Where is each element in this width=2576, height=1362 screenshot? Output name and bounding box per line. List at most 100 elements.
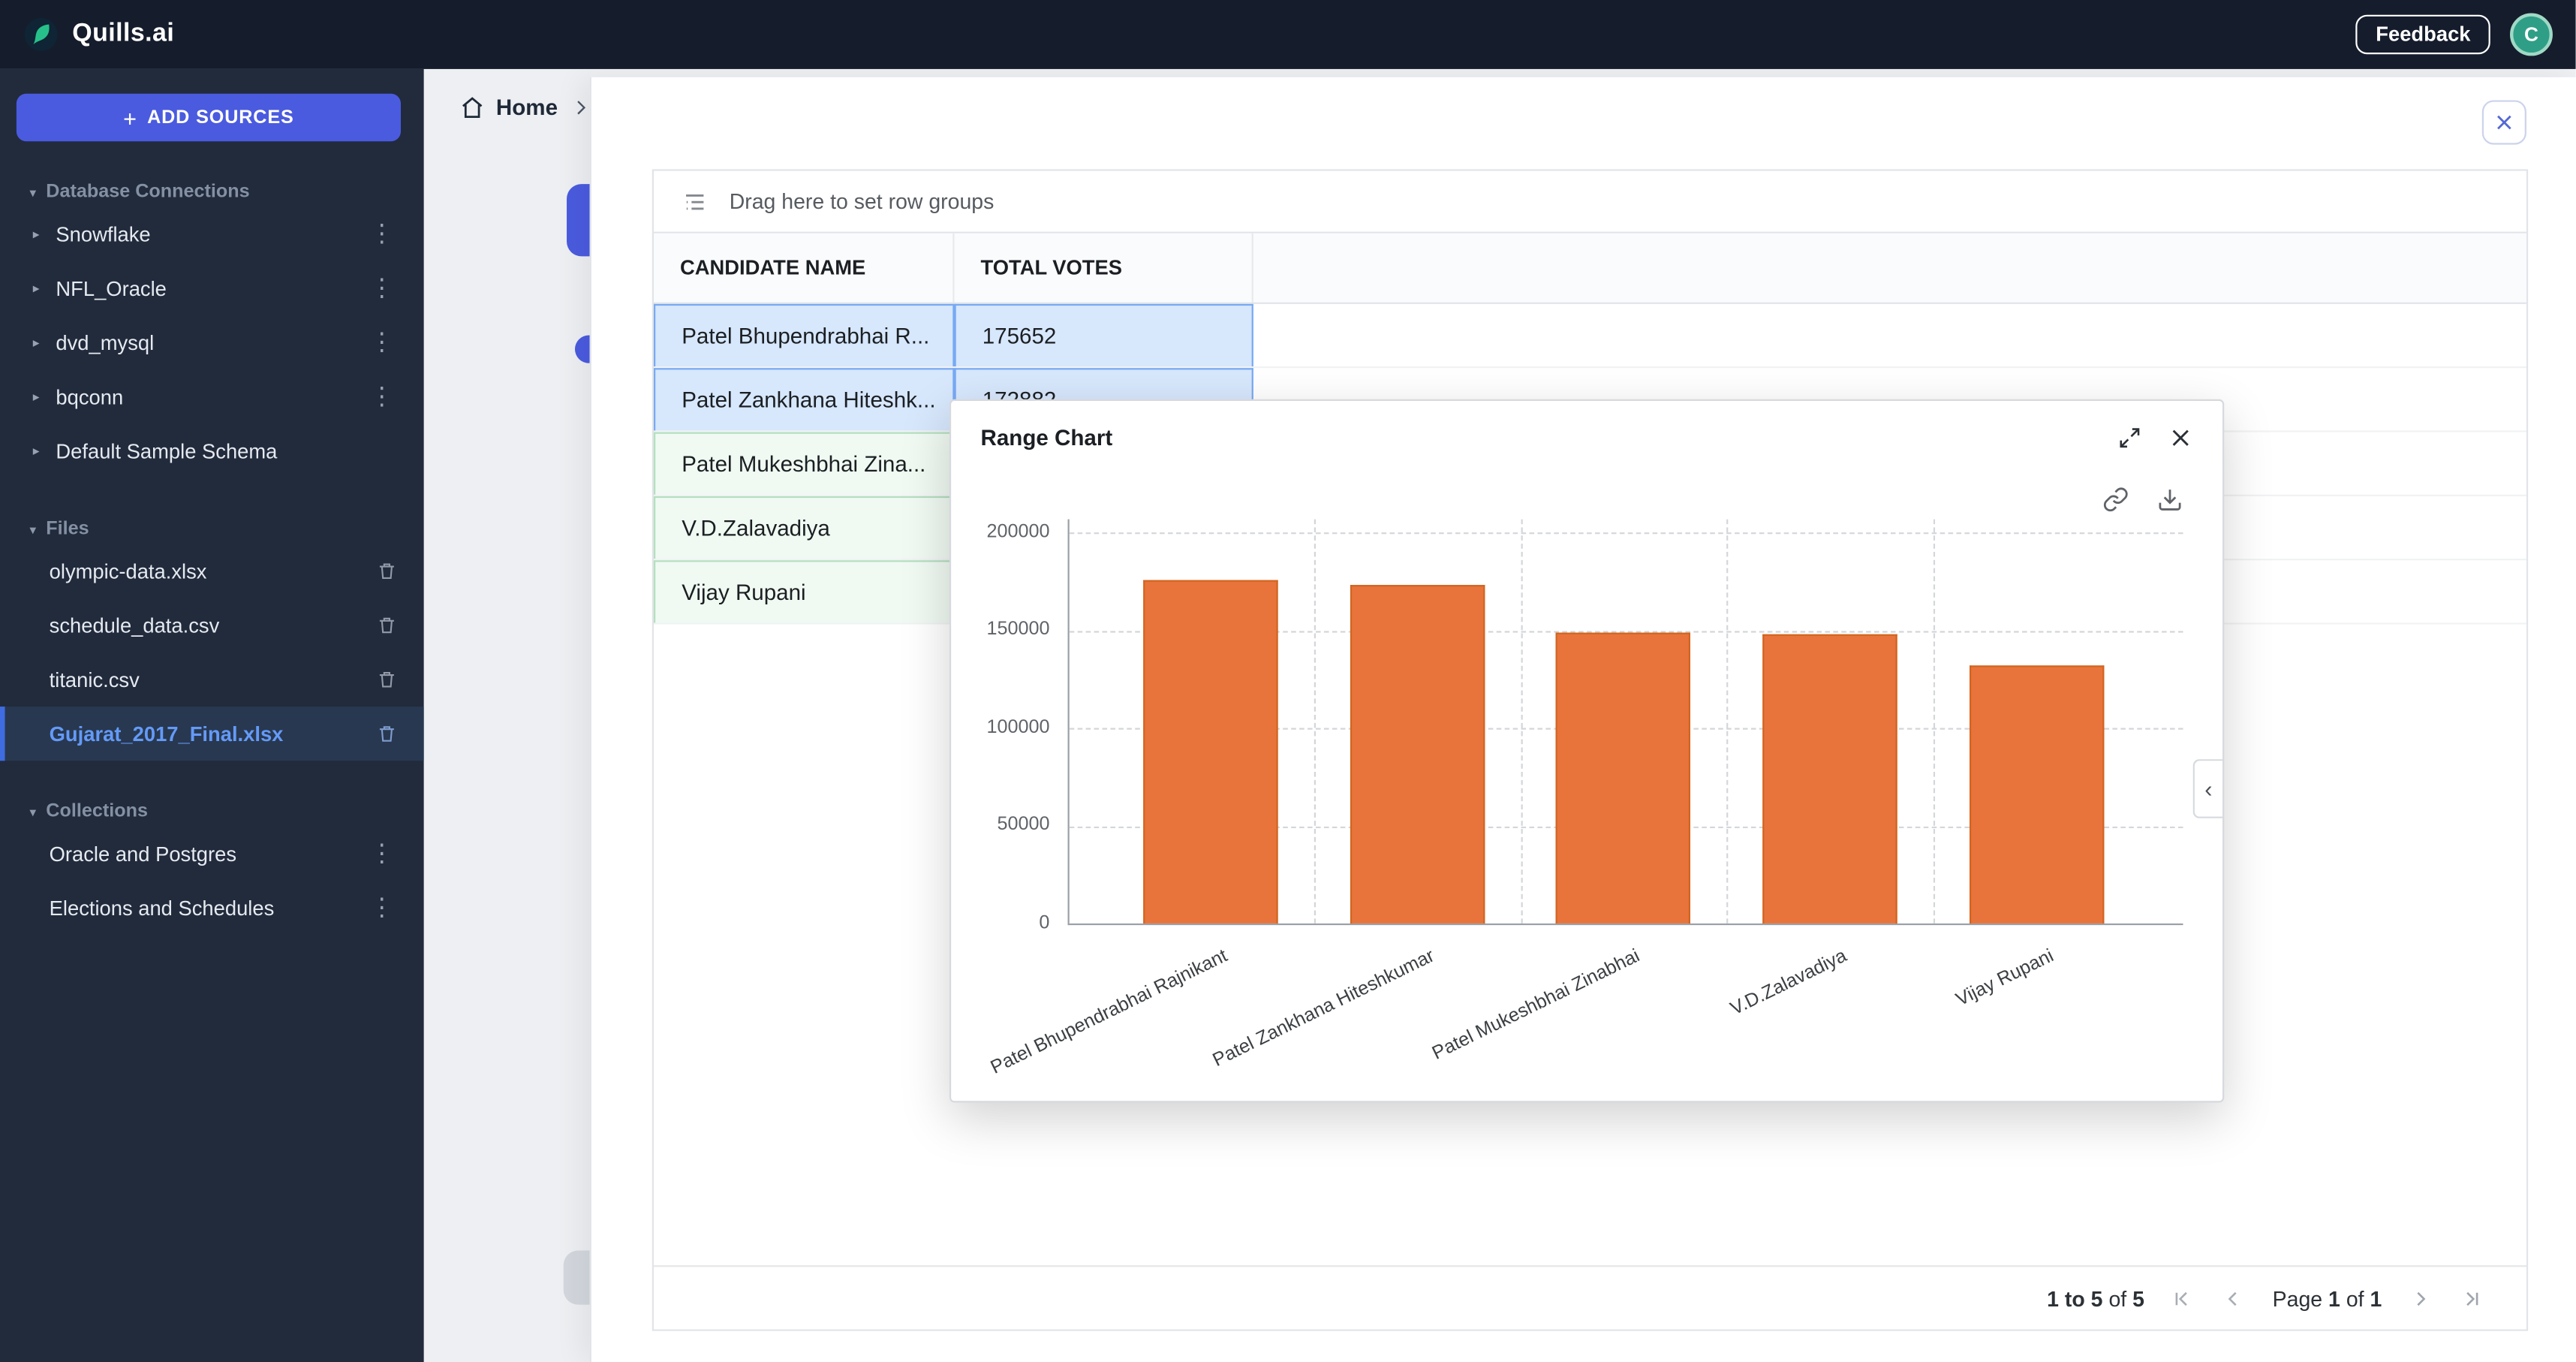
quills-logo-icon [23,17,59,53]
sidebar-item-olympic-data[interactable]: olympic-data.xlsx [0,544,424,598]
topbar: Quills.ai Feedback C [0,0,2576,69]
sidebar-item-titanic[interactable]: titanic.csv [0,652,424,707]
sidebar-item-gujarat-2017-final[interactable]: Gujarat_2017_Final.xlsx [0,707,424,761]
row-groups-dropzone[interactable]: Drag here to set row groups [654,171,2526,234]
chart-download-icon[interactable] [2157,487,2183,513]
chart-bar [1143,580,1277,924]
section-collections[interactable]: ▾ Collections [0,797,424,826]
chart-plot-area [1068,520,2183,926]
chevron-down-icon: ▾ [29,522,36,537]
chart-bar [1970,665,2104,924]
row-groups-hint: Drag here to set row groups [730,189,995,214]
chart-body: 200000 150000 100000 50000 0 [951,473,2222,1104]
chart-bar [1350,585,1485,924]
chart-bar [1762,634,1897,924]
breadcrumb-home-label[interactable]: Home [496,95,558,120]
feedback-button[interactable]: Feedback [2356,15,2490,55]
cell-candidate-name[interactable]: Patel Zankhana Hiteshk... [654,368,954,430]
results-panel: Drag here to set row groups CANDIDATE NA… [590,77,2576,1362]
y-tick-label: 200000 [951,520,1049,546]
table-row[interactable]: Patel Bhupendrabhai R... 175652 [654,304,2526,368]
gridline [1934,520,1935,924]
sidebar-item-bqconn[interactable]: ▸ bqconn ⋮ [0,369,424,423]
sidebar-item-schedule-data[interactable]: schedule_data.csv [0,598,424,652]
y-tick-label: 50000 [951,812,1049,838]
sidebar-item-elections-and-schedules[interactable]: Elections and Schedules ⋮ [0,881,424,935]
x-tick-label: Patel Bhupendrabhai Rajnikant [988,947,1231,1080]
plus-icon: + [123,104,137,131]
home-icon[interactable] [460,95,485,120]
row-groups-icon [682,188,708,215]
breadcrumb: Home [460,95,591,120]
main-area: Home Drag here to set row groups CANDID [424,69,2576,1362]
gridline [1726,520,1728,924]
cell-candidate-name[interactable]: Patel Mukeshbhai Zina... [654,432,954,495]
trash-icon[interactable] [373,669,401,690]
brand: Quills.ai [23,17,175,53]
sidebar-item-nfl-oracle[interactable]: ▸ NFL_Oracle ⋮ [0,261,424,315]
sidebar-item-dvd-mysql[interactable]: ▸ dvd_mysql ⋮ [0,315,424,369]
section-files[interactable]: ▾ Files [0,514,424,544]
kebab-menu-icon[interactable]: ⋮ [363,842,401,866]
brand-name: Quills.ai [72,20,174,49]
gridline [1314,520,1316,924]
cell-candidate-name[interactable]: Patel Bhupendrabhai R... [654,304,954,366]
kebab-menu-icon[interactable]: ⋮ [363,221,401,246]
close-panel-button[interactable] [2482,100,2526,144]
chevron-right-icon: ▸ [33,335,53,350]
y-tick-label: 150000 [951,616,1049,643]
section-database-connections[interactable]: ▾ Database Connections [0,177,424,206]
sidebar-item-oracle-and-postgres[interactable]: Oracle and Postgres ⋮ [0,827,424,881]
sidebar: + ADD SOURCES ▾ Database Connections ▸ S… [0,69,424,1362]
close-dialog-icon[interactable] [2168,425,2193,450]
expand-dialog-icon[interactable] [2117,425,2142,450]
cell-candidate-name[interactable]: Vijay Rupani [654,560,954,622]
range-chart-dialog: Range Chart [949,399,2224,1103]
last-page-button[interactable] [2459,1286,2484,1311]
first-page-button[interactable] [2171,1286,2195,1311]
sidebar-item-default-sample-schema[interactable]: ▸ Default Sample Schema [0,424,424,478]
x-tick-label: Patel Mukeshbhai Zinabhai [1430,947,1644,1066]
y-tick-label: 0 [951,910,1049,936]
pagination-summary: 1 to 5 of 5 [2047,1286,2144,1311]
chart-tool-panel-toggle[interactable]: ‹ [2193,759,2222,818]
add-sources-label: ADD SOURCES [147,107,294,127]
trash-icon[interactable] [373,560,401,581]
chevron-down-icon: ▾ [29,804,36,819]
chevron-down-icon: ▾ [29,185,36,200]
chevron-right-icon [569,97,590,118]
grid-header-row: CANDIDATE NAME TOTAL VOTES [654,234,2526,304]
pagination-page-indicator: Page 1 of 1 [2273,1286,2382,1311]
kebab-menu-icon[interactable]: ⋮ [363,276,401,301]
y-tick-label: 100000 [951,715,1049,741]
column-header-total-votes[interactable]: TOTAL VOTES [955,234,1253,303]
x-tick-label: Patel Zankhana Hiteshkumar [1210,947,1438,1073]
app-root: Quills.ai Feedback C + ADD SOURCES ▾ Dat… [0,0,2576,1362]
user-avatar[interactable]: C [2510,14,2553,56]
add-sources-button[interactable]: + ADD SOURCES [17,94,401,141]
chevron-right-icon: ▸ [33,444,53,459]
gridline [1521,520,1523,924]
dialog-title: Range Chart [981,425,1113,450]
cell-total-votes[interactable]: 175652 [955,304,1253,366]
trash-icon[interactable] [373,723,401,744]
previous-page-button[interactable] [2222,1286,2246,1311]
cell-candidate-name[interactable]: V.D.Zalavadiya [654,496,954,559]
trash-icon[interactable] [373,614,401,635]
chart-link-icon[interactable] [2102,487,2129,513]
kebab-menu-icon[interactable]: ⋮ [363,384,401,409]
pagination-bar: 1 to 5 of 5 Page 1 of 1 [654,1265,2526,1329]
kebab-menu-icon[interactable]: ⋮ [363,896,401,921]
column-header-candidate-name[interactable]: CANDIDATE NAME [654,234,954,303]
chart-bar [1556,633,1690,924]
chevron-right-icon: ▸ [33,227,53,242]
chevron-right-icon: ▸ [33,281,53,296]
sidebar-item-snowflake[interactable]: ▸ Snowflake ⋮ [0,207,424,261]
dialog-titlebar[interactable]: Range Chart [951,401,2222,473]
column-header-empty [1253,234,2526,303]
chevron-right-icon: ▸ [33,390,53,405]
next-page-button[interactable] [2408,1286,2433,1311]
x-tick-label: Vijay Rupani [1953,947,2057,1012]
gridline [1070,532,2183,534]
kebab-menu-icon[interactable]: ⋮ [363,330,401,355]
